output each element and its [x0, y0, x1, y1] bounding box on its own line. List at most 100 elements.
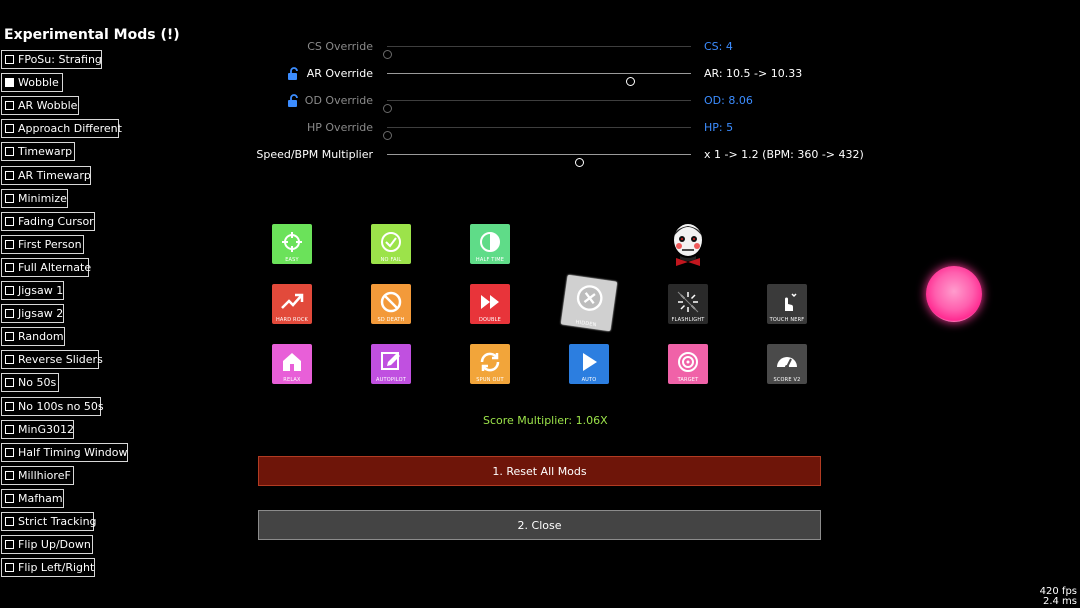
checkbox-icon: [5, 493, 14, 503]
exp-mod-jigsaw-2[interactable]: Jigsaw 2: [1, 304, 64, 324]
exp-mod-label: Reverse Sliders: [18, 353, 103, 367]
x-circle-icon: [576, 285, 603, 311]
override-slider-handle[interactable]: [574, 158, 584, 167]
mod-hard-rock[interactable]: HARD ROCK: [272, 284, 312, 324]
checkbox-icon: [5, 424, 14, 434]
exp-mod-mafham[interactable]: Mafham: [1, 488, 64, 508]
prohibit-icon: [380, 291, 402, 313]
mod-easy[interactable]: EASY: [272, 224, 312, 264]
mod-double[interactable]: DOUBLE: [470, 284, 510, 324]
mod-target[interactable]: TARGET: [668, 344, 708, 384]
override-slider-track[interactable]: [383, 127, 691, 140]
lock-icon[interactable]: [287, 93, 301, 107]
exp-mod-label: Minimize: [18, 191, 67, 205]
checkbox-icon: [5, 170, 14, 180]
mod-auto[interactable]: AUTO: [569, 344, 609, 384]
exp-mod-no-100s-no-50s[interactable]: No 100s no 50s: [1, 396, 104, 416]
reset-all-mods-button[interactable]: 1. Reset All Mods: [258, 456, 821, 486]
mod-label: AUTOPILOT: [376, 377, 406, 383]
exp-mod-minimize[interactable]: Minimize: [1, 188, 68, 208]
gauge-icon: [777, 357, 797, 369]
mod-label: DOUBLE: [478, 317, 502, 323]
exp-mod-strict-tracking[interactable]: Strict Tracking: [1, 512, 97, 531]
mod-relax[interactable]: RELAX: [272, 344, 312, 384]
mod-hidden[interactable]: HIDDEN: [560, 274, 618, 332]
exp-mod-reverse-sliders[interactable]: Reverse Sliders: [1, 350, 103, 370]
exp-mod-flip-up-down[interactable]: Flip Up/Down: [1, 535, 93, 555]
override-value: HP: 5: [704, 121, 734, 134]
exp-mod-jigsaw-1[interactable]: Jigsaw 1: [1, 281, 64, 300]
override-label: HP Override: [307, 121, 373, 134]
override-label: CS Override: [307, 40, 373, 53]
exp-mod-flip-left-right[interactable]: Flip Left/Right: [1, 558, 95, 578]
mod-label: EASY: [285, 257, 299, 263]
play-icon: [583, 353, 597, 371]
mod-sd-death[interactable]: SD DEATH: [371, 284, 411, 324]
override-label: OD Override: [304, 94, 373, 107]
checkbox-icon: [5, 332, 14, 342]
override-slider-handle[interactable]: [383, 50, 392, 59]
frame-time-value: 2.4 ms: [1042, 596, 1077, 607]
override-slider-track[interactable]: [387, 154, 691, 167]
mod-autopilot[interactable]: AUTOPILOT: [371, 344, 411, 384]
half-circle-icon: [480, 232, 500, 252]
exp-mod-fading-cursor[interactable]: Fading Cursor: [1, 211, 95, 231]
exp-mod-no-50s[interactable]: No 50s: [1, 373, 59, 393]
checkbox-icon: [5, 378, 14, 388]
exp-mod-label: Strict Tracking: [18, 515, 97, 528]
exp-mod-ming3012[interactable]: MinG3012: [1, 419, 74, 439]
override-slider-handle[interactable]: [626, 77, 636, 86]
exp-mod-half-timing-window[interactable]: Half Timing Window: [1, 442, 128, 462]
checkbox-icon: [5, 517, 14, 526]
mod-spun-out[interactable]: SPUN OUT: [470, 344, 510, 384]
mod-label: RELAX: [283, 377, 301, 383]
exp-mod-ar-timewarp[interactable]: AR Timewarp: [1, 165, 91, 185]
mod-touch-nerf[interactable]: TOUCH NERF: [767, 284, 807, 324]
mod-label: TARGET: [677, 377, 699, 383]
checkbox-icon: [5, 355, 14, 365]
exp-mod-label: Half Timing Window: [18, 445, 128, 459]
exp-mod-label: No 50s: [18, 376, 57, 390]
override-slider-handle[interactable]: [383, 104, 392, 113]
jigsaw-mascot-icon: [667, 222, 709, 268]
exp-mod-full-alternate[interactable]: Full Alternate: [1, 257, 91, 277]
override-slider-handle[interactable]: [383, 131, 392, 140]
mod-label: SPUN OUT: [476, 377, 504, 383]
mod-label: SD DEATH: [377, 317, 405, 323]
exp-mod-label: AR Timewarp: [18, 168, 91, 182]
checkbox-icon: [5, 401, 14, 411]
exp-mod-label: First Person: [18, 237, 82, 251]
checkbox-icon: [5, 216, 14, 226]
override-row-cs-override: CS Override CS: 4: [0, 37, 1080, 59]
score-multiplier-text: Score Multiplier: 1.06X: [483, 414, 608, 427]
mod-flashlight[interactable]: FLASHLIGHT: [668, 284, 708, 324]
exp-mod-label: Jigsaw 1: [18, 284, 64, 297]
mod-half-time[interactable]: HALF TIME: [470, 224, 510, 264]
close-button[interactable]: 2. Close: [258, 510, 821, 540]
fast-forward-icon: [481, 295, 499, 309]
check-circle-icon: [381, 232, 401, 252]
exp-mod-label: MillhioreF: [18, 468, 71, 482]
exp-mod-millhioref[interactable]: MillhioreF: [1, 465, 74, 485]
checkbox-icon: [5, 193, 14, 203]
target-icon: [678, 352, 698, 372]
override-row-speed-bpm-multiplier: Speed/BPM Multiplier x 1 -> 1.2 (BPM: 360…: [0, 145, 1080, 167]
exp-mod-first-person[interactable]: First Person: [1, 234, 84, 254]
override-slider-track[interactable]: [387, 73, 691, 86]
mod-label: TOUCH NERF: [769, 317, 805, 323]
exp-mod-label: Flip Left/Right: [18, 561, 95, 575]
override-label: Speed/BPM Multiplier: [256, 148, 373, 161]
override-value: AR: 10.5 -> 10.33: [704, 67, 803, 80]
override-slider-track[interactable]: [383, 100, 691, 113]
mod-score-v2[interactable]: SCORE V2: [767, 344, 807, 384]
mod-no-fail[interactable]: NO FAIL: [371, 224, 411, 264]
checkbox-icon: [5, 563, 14, 573]
checkbox-icon: [5, 286, 14, 295]
checkbox-icon: [5, 309, 14, 319]
lock-icon[interactable]: [287, 66, 301, 80]
mod-label: HARD ROCK: [275, 317, 309, 323]
exp-mod-random[interactable]: Random: [1, 327, 65, 347]
touch-icon: [785, 293, 797, 311]
override-slider-track[interactable]: [383, 46, 691, 59]
exp-mod-label: Jigsaw 2: [18, 307, 64, 321]
